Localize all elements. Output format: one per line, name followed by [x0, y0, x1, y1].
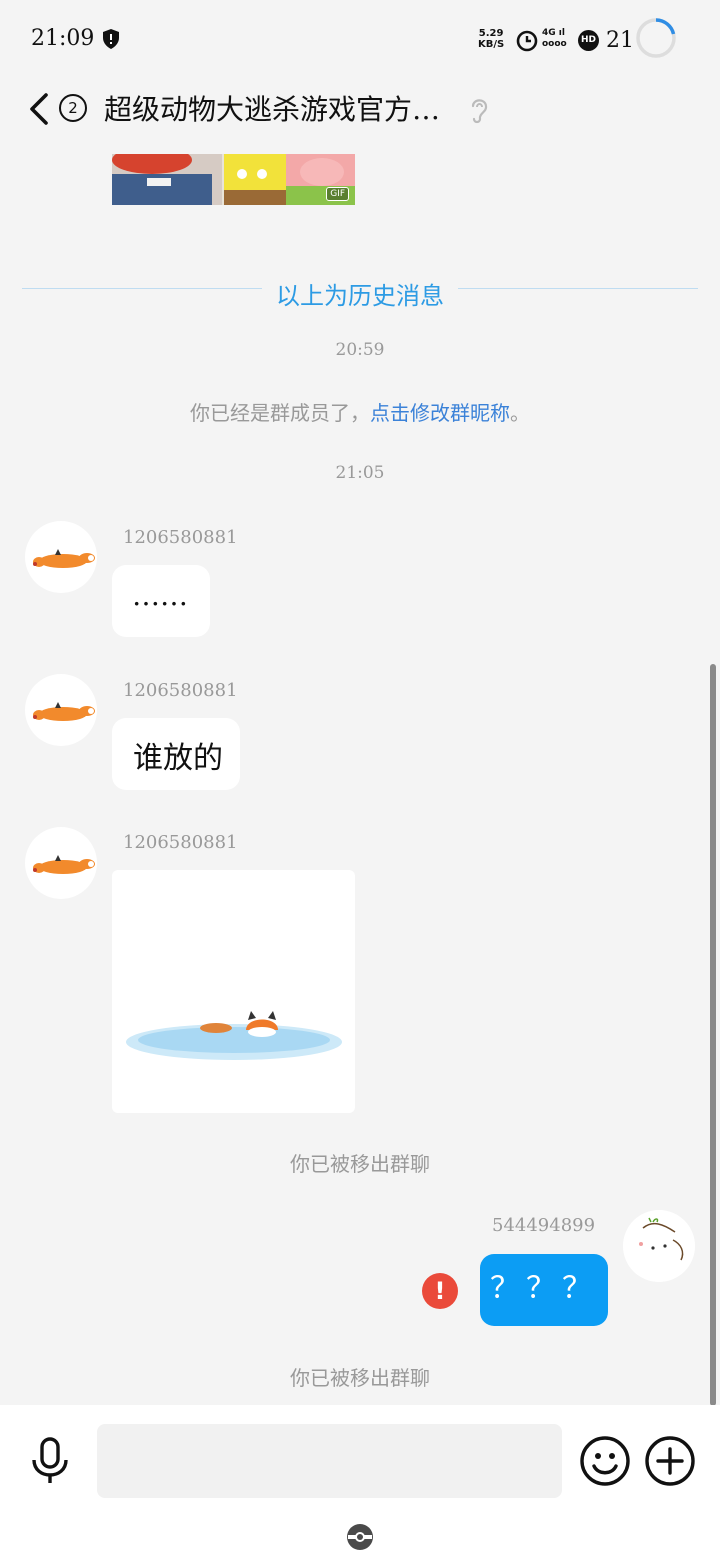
- my-avatar[interactable]: [623, 1210, 695, 1282]
- battery-ring-icon: [636, 18, 676, 58]
- scrollbar[interactable]: [710, 664, 716, 1406]
- fox-avatar-icon: [33, 855, 95, 874]
- message-bubble[interactable]: 谁放的: [112, 718, 240, 790]
- history-divider-label: 以上为历史消息: [262, 282, 458, 310]
- avatar[interactable]: [25, 827, 97, 899]
- timestamp: 20:59: [335, 340, 385, 360]
- system-message-text: 你已经是群成员了，: [190, 401, 370, 425]
- network-speed: 5.29 KB/S: [478, 28, 504, 50]
- system-message: 你已经是群成员了，点击修改群昵称。: [0, 397, 720, 426]
- alarm-icon: [516, 30, 538, 52]
- gif-image[interactable]: GIF: [112, 154, 355, 205]
- sender-name: 1206580881: [123, 680, 238, 701]
- system-message-suffix: 。: [510, 401, 530, 425]
- hd-badge: HD: [578, 30, 599, 51]
- sender-name: 544494899: [492, 1215, 596, 1236]
- emoji-icon[interactable]: [579, 1435, 631, 1487]
- chat-title[interactable]: 超级动物大逃杀游戏官方…: [104, 88, 440, 128]
- sender-name: 1206580881: [123, 832, 238, 853]
- cartoon-avatar-icon: [623, 1210, 695, 1282]
- avatar[interactable]: [25, 521, 97, 593]
- microphone-icon[interactable]: [28, 1436, 72, 1486]
- battery-level: 21: [606, 28, 634, 53]
- status-time: 21:09: [31, 26, 95, 51]
- history-divider: 以上为历史消息: [0, 276, 720, 311]
- home-indicator-icon[interactable]: [345, 1522, 375, 1552]
- plus-icon[interactable]: [644, 1435, 696, 1487]
- unread-count-badge[interactable]: 2: [59, 94, 87, 122]
- fox-avatar-icon: [33, 702, 95, 721]
- speed-value: 5.29: [478, 28, 504, 39]
- message-text: 谁放的: [133, 741, 223, 776]
- system-message: 你已被移出群聊: [290, 1152, 430, 1176]
- speed-unit: KB/S: [478, 39, 505, 50]
- sender-name: 1206580881: [123, 527, 238, 548]
- gif-badge: GIF: [326, 187, 349, 201]
- message-bubble[interactable]: ……: [112, 565, 210, 637]
- system-message: 你已被移出群聊: [290, 1366, 430, 1390]
- fox-avatar-icon: [33, 549, 95, 568]
- avatar[interactable]: [25, 674, 97, 746]
- signal-icon: 4G ıl oooo: [542, 28, 567, 49]
- back-arrow-icon[interactable]: [26, 92, 52, 126]
- shield-icon: [103, 29, 119, 49]
- cartoon-image: [112, 154, 355, 205]
- ear-icon[interactable]: [465, 94, 493, 124]
- timestamp: 21:05: [335, 463, 385, 483]
- message-input[interactable]: [97, 1424, 562, 1498]
- edit-nickname-link[interactable]: 点击修改群昵称: [370, 401, 510, 425]
- image-message[interactable]: [112, 870, 355, 1113]
- network-type: 4G: [542, 28, 556, 38]
- send-failed-icon[interactable]: !: [422, 1273, 458, 1309]
- fox-in-water-image: [126, 1011, 342, 1060]
- message-text: ……: [132, 579, 188, 612]
- my-message-bubble[interactable]: ？？？: [480, 1254, 608, 1326]
